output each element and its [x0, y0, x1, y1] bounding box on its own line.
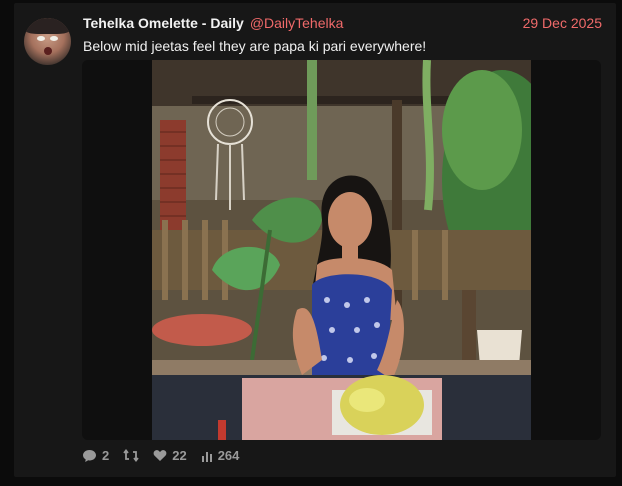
tweet-header: Tehelka Omelette - Daily @DailyTehelka	[83, 15, 343, 33]
like-count: 22	[172, 448, 187, 463]
avatar-mouth	[44, 47, 52, 55]
heart-icon	[153, 450, 167, 461]
tweet-actions: 2 22 264	[82, 448, 239, 463]
avatar-hair	[24, 18, 71, 34]
tweet-date[interactable]: 29 Dec 2025	[523, 15, 602, 31]
views-action[interactable]: 264	[201, 448, 240, 463]
retweet-action[interactable]	[123, 449, 139, 462]
reply-icon	[83, 449, 96, 462]
page: Tehelka Omelette - Daily @DailyTehelka 2…	[0, 0, 622, 486]
tweet-photo[interactable]	[152, 60, 531, 440]
photo-illustration	[152, 60, 531, 440]
tweet-media[interactable]	[82, 60, 601, 440]
reply-count: 2	[102, 448, 110, 463]
avatar[interactable]	[24, 18, 71, 65]
author-name[interactable]: Tehelka Omelette - Daily	[83, 15, 244, 31]
views-count: 264	[217, 448, 240, 463]
retweet-icon	[123, 449, 139, 462]
like-action[interactable]: 22	[153, 448, 187, 463]
avatar-eye-left	[37, 36, 45, 41]
tweet-text: Below mid jeetas feel they are papa ki p…	[83, 38, 427, 54]
views-icon	[201, 451, 212, 462]
author-handle[interactable]: @DailyTehelka	[250, 15, 344, 31]
avatar-eye-right	[50, 36, 58, 41]
reply-action[interactable]: 2	[82, 448, 109, 463]
